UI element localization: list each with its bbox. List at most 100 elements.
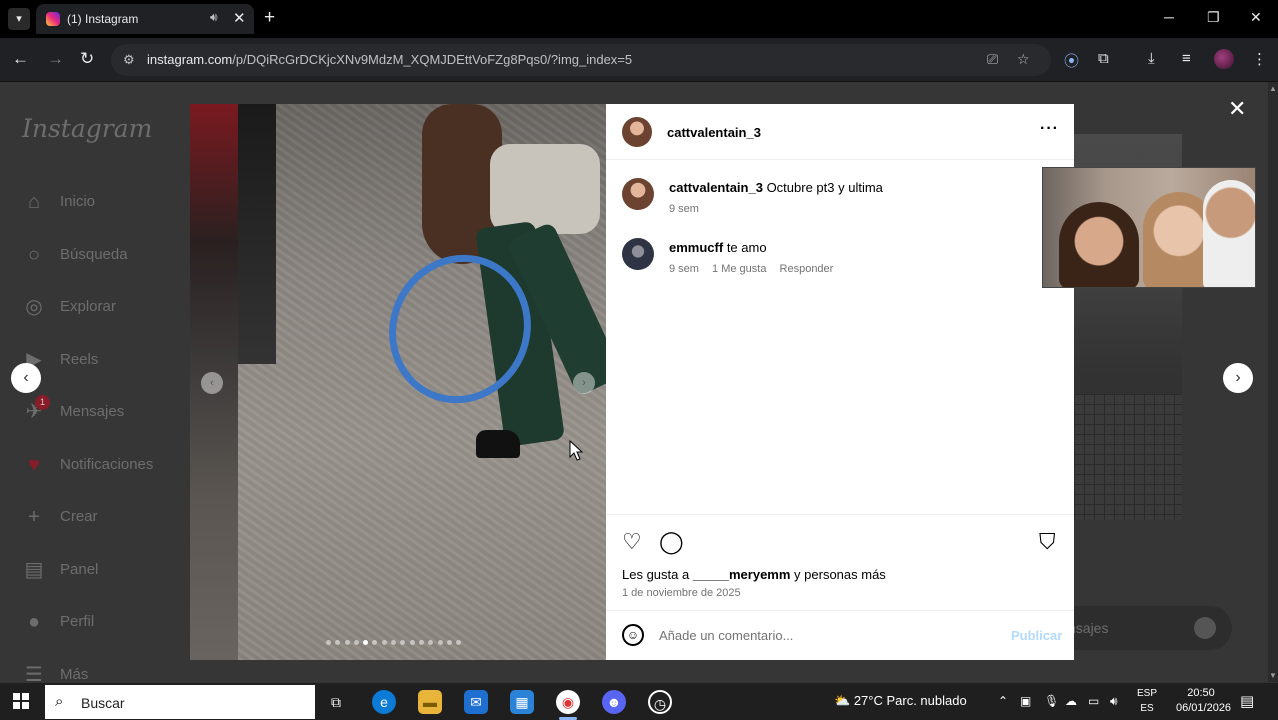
discord-icon[interactable]: ☻	[602, 690, 626, 714]
speaker-icon[interactable]: 🔊︎	[210, 10, 218, 25]
comment-username[interactable]: emmucff	[669, 240, 723, 255]
weather-widget[interactable]: ⛅ 27°C Parc. nublado	[834, 693, 967, 709]
comment-composer: ☺ Añade un comentario... Publicar	[606, 610, 1074, 660]
carousel-dot	[372, 640, 378, 645]
install-app-icon[interactable]: ⎚	[987, 51, 998, 68]
browser-tab[interactable]: (1) Instagram 🔊︎ ✕	[36, 4, 254, 34]
download-icon[interactable]: ⤓	[1148, 50, 1155, 67]
comment-input[interactable]: Añade un comentario...	[659, 628, 793, 643]
address-bar[interactable]: ⚙ instagram.com/p/DQiRcGrDCKjcXNv9MdzM_X…	[111, 44, 1051, 76]
comment-text: emmucff te amo	[669, 240, 767, 255]
sidebar-item-label: Crear	[60, 508, 98, 525]
sidebar-item-busqueda[interactable]: ○ Búsqueda	[22, 241, 192, 271]
next-post-button[interactable]: ›	[1223, 363, 1253, 393]
windows-taskbar: ⌕ Buscar ⧉ e ▬ ✉ ▦ ◉ ☻ ◷ ⛅ 27°C Parc. nu…	[0, 682, 1278, 720]
carousel-dot	[400, 640, 406, 645]
author-avatar[interactable]	[622, 117, 652, 147]
tray-overflow-icon[interactable]: ⌃	[998, 694, 1008, 708]
task-view-icon[interactable]: ⧉	[324, 690, 348, 714]
comment-username[interactable]: cattvalentain_3	[669, 180, 763, 195]
edge-icon[interactable]: e	[372, 690, 396, 714]
save-bookmark-icon[interactable]: ⛉	[1039, 529, 1056, 555]
home-icon: ⌂	[27, 191, 41, 213]
tile-pattern	[1074, 394, 1182, 520]
window-close-button[interactable]: ✕	[1250, 9, 1262, 26]
video-person	[1203, 180, 1255, 287]
back-button[interactable]: ←	[12, 49, 29, 69]
chrome-icon[interactable]: ◉	[556, 690, 580, 714]
language-indicator[interactable]: ESP ES	[1137, 686, 1157, 716]
sidebar-item-perfil[interactable]: ● Perfil	[22, 608, 192, 638]
likes-summary[interactable]: Les gusta a _____meryemm y personas más	[622, 567, 886, 582]
reload-button[interactable]: ↻	[80, 49, 94, 69]
sidebar-item-mensajes[interactable]: ✈ 1 Mensajes	[22, 395, 192, 428]
carousel-dot	[353, 640, 359, 645]
system-clock[interactable]: 20:50 06/01/2026	[1176, 686, 1231, 716]
browser-tab-bar: ▾ (1) Instagram 🔊︎ ✕ + ─ ❐ ✕	[0, 0, 1278, 38]
outlook-icon[interactable]: ✉	[464, 690, 488, 714]
restore-button[interactable]: ❐	[1207, 9, 1220, 26]
url-text[interactable]: instagram.com/p/DQiRcGrDCKjcXNv9MdzM_XQM…	[147, 52, 632, 67]
taskbar-search[interactable]: ⌕ Buscar	[45, 685, 315, 719]
minimize-button[interactable]: ─	[1164, 9, 1174, 25]
carousel-prev-button[interactable]: ‹	[201, 372, 223, 394]
sidebar-item-reels[interactable]: ▶ Reels	[22, 346, 192, 376]
comment-likes[interactable]: 1 Me gusta	[712, 263, 766, 275]
tab-close-icon[interactable]: ✕	[233, 9, 246, 27]
author-username[interactable]: cattvalentain_3	[667, 125, 761, 140]
avatar-icon: ●	[27, 611, 41, 633]
publish-button[interactable]: Publicar	[1011, 628, 1062, 643]
sidebar-item-crear[interactable]: + Crear	[22, 503, 192, 533]
bookmark-star-icon[interactable]: ☆	[1017, 51, 1030, 68]
site-info-icon[interactable]: ⚙	[123, 52, 135, 68]
carousel-dot	[428, 640, 434, 645]
emoji-icon[interactable]: ☺	[622, 624, 644, 646]
sidebar-item-label: Panel	[60, 561, 99, 578]
sidebar-item-mas[interactable]: ☰ Más	[22, 661, 192, 682]
clock-app-icon[interactable]: ◷	[648, 690, 672, 714]
microphone-icon[interactable]: 🎙︎	[1044, 694, 1059, 708]
heart-icon: ♥	[28, 454, 40, 476]
scroll-down-icon[interactable]: ▼	[1269, 671, 1277, 680]
media-control-icon[interactable]: ≡	[1182, 50, 1191, 67]
new-tab-button[interactable]: +	[264, 7, 275, 29]
commenter-avatar[interactable]	[622, 238, 654, 270]
scroll-up-icon[interactable]: ▲	[1269, 84, 1277, 93]
chrome-menu-icon[interactable]: ⋮	[1252, 50, 1267, 68]
reply-link[interactable]: Responder	[780, 263, 834, 275]
forward-button[interactable]: →	[47, 49, 64, 69]
picture-in-picture-video[interactable]	[1042, 167, 1256, 288]
extensions-icon[interactable]: ⧉	[1098, 50, 1109, 67]
close-modal-button[interactable]: ✕	[1228, 96, 1246, 122]
profile-avatar[interactable]	[1214, 49, 1234, 69]
tab-search-button[interactable]: ▾	[8, 8, 30, 30]
cloud-icon[interactable]: ☁	[1065, 694, 1077, 708]
comment-time: 9 sem	[669, 203, 699, 215]
more-options-icon[interactable]: ···	[1040, 120, 1059, 138]
sidebar-item-explorar[interactable]: ◎ Explorar	[22, 293, 192, 323]
carousel-dot	[418, 640, 424, 645]
sidebar-item-panel[interactable]: ▤ Panel	[22, 556, 192, 586]
extension-translate-icon[interactable]: ⦿	[1064, 50, 1079, 71]
post-media[interactable]: ‹ ›	[190, 104, 606, 660]
url-path: /p/DQiRcGrDCKjcXNv9MdzM_XQMJDEttVoFZg8Pq…	[232, 52, 633, 67]
volume-icon[interactable]: 🔊︎	[1110, 694, 1118, 709]
likes-user[interactable]: _____meryemm	[693, 567, 791, 582]
windows-start-icon[interactable]	[13, 693, 29, 709]
post-header: cattvalentain_3 ···	[606, 104, 1074, 160]
unread-badge: 1	[35, 395, 50, 410]
store-icon[interactable]: ▦	[510, 690, 534, 714]
commenter-avatar[interactable]	[622, 178, 654, 210]
sidebar-item-notificaciones[interactable]: ♥ Notificaciones	[22, 451, 192, 481]
page-scrollbar[interactable]: ▲ ▼	[1268, 82, 1278, 682]
camera-icon[interactable]: ▣	[1020, 694, 1031, 708]
file-explorer-icon[interactable]: ▬	[418, 690, 442, 714]
notification-center-icon[interactable]: ▤	[1240, 692, 1254, 710]
like-heart-icon[interactable]: ♡	[622, 529, 642, 555]
sidebar-item-inicio[interactable]: ⌂ Inicio	[22, 188, 192, 218]
comment-bubble-icon[interactable]: ◯	[659, 529, 684, 555]
carousel-next-button[interactable]: ›	[573, 372, 595, 394]
network-icon[interactable]: ▭	[1088, 694, 1099, 708]
previous-post-button[interactable]: ‹	[11, 363, 41, 393]
instagram-logo[interactable]: Instagram	[22, 114, 152, 143]
